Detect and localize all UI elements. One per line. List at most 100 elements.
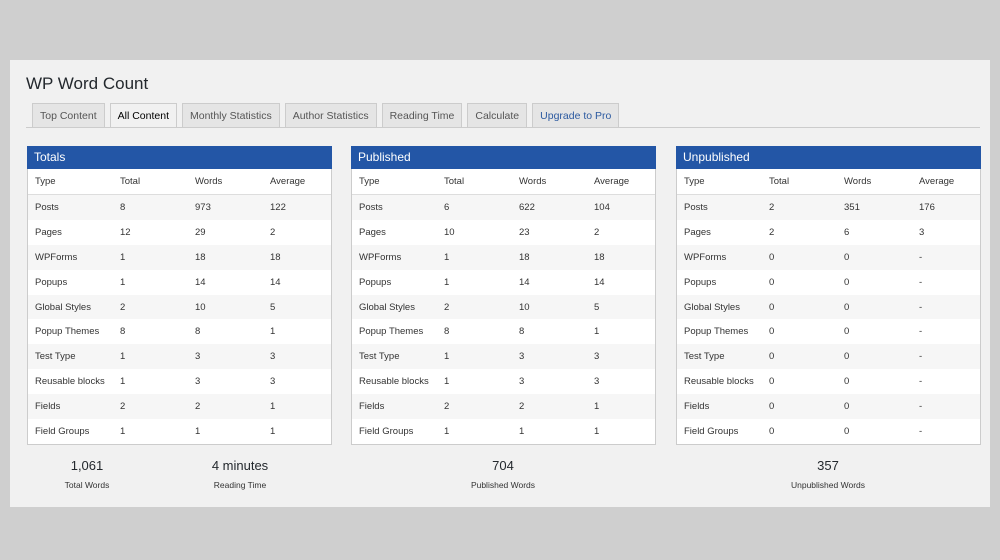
unpublished-words-stat: 357 Unpublished Words bbox=[768, 458, 888, 490]
table-cell: 1 bbox=[594, 425, 600, 437]
table-row: Reusable blocks 1 3 3 bbox=[28, 369, 331, 394]
table-cell: 0 bbox=[769, 425, 775, 437]
total-words-value: 1,061 bbox=[70, 458, 104, 473]
table-cell: - bbox=[919, 351, 923, 363]
table-cell: - bbox=[919, 301, 923, 313]
table-cell: Field Groups bbox=[684, 425, 739, 437]
table-cell: 2 bbox=[444, 301, 450, 313]
table-cell: 1 bbox=[444, 351, 450, 363]
column-header: Words bbox=[188, 169, 263, 195]
tab-upgrade-to-pro[interactable]: Upgrade to Pro bbox=[532, 103, 620, 127]
table-cell: 0 bbox=[844, 301, 850, 313]
table-cell: Fields bbox=[684, 401, 710, 413]
table-row: Pages 12 29 2 bbox=[28, 220, 331, 245]
table-row: Fields 2 2 1 bbox=[352, 394, 655, 420]
column-header: Type bbox=[28, 169, 113, 195]
totals-table: Type Total Words Average Posts 8 973 122 Pag… bbox=[28, 169, 331, 444]
table-cell: 1 bbox=[120, 425, 126, 437]
tabs-divider bbox=[26, 127, 980, 128]
table-cell: Posts bbox=[35, 201, 59, 213]
table-cell: 0 bbox=[769, 276, 775, 288]
table-cell: 23 bbox=[519, 226, 530, 238]
table-cell: Reusable blocks bbox=[35, 376, 105, 388]
table-cell: 0 bbox=[769, 351, 775, 363]
tab-top-content[interactable]: Top Content bbox=[32, 103, 105, 127]
table-cell: Test Type bbox=[684, 351, 725, 363]
table-row: Field Groups 0 0 - bbox=[677, 419, 980, 444]
table-row: Popups 1 14 14 bbox=[28, 270, 331, 295]
table-cell: 176 bbox=[919, 201, 935, 213]
unpublished-table: Type Total Words Average Posts 2 351 176 Pag… bbox=[677, 169, 980, 444]
table-cell: Fields bbox=[35, 401, 61, 413]
table-cell: 2 bbox=[769, 201, 775, 213]
table-row: WPForms 1 18 18 bbox=[352, 244, 655, 270]
page-title: WP Word Count bbox=[26, 74, 149, 93]
table-cell: 1 bbox=[594, 326, 600, 338]
table-row: Test Type 1 3 3 bbox=[28, 344, 331, 370]
reading-time-value: 4 minutes bbox=[211, 458, 269, 473]
table-cell: - bbox=[919, 425, 923, 437]
published-words-label: Published Words bbox=[470, 480, 536, 490]
table-row: Global Styles 2 10 5 bbox=[28, 294, 331, 320]
table-cell: 1 bbox=[120, 376, 126, 388]
table-row: Reusable blocks 1 3 3 bbox=[352, 369, 655, 394]
published-words-value: 704 bbox=[492, 458, 514, 473]
table-row: WPForms 0 0 - bbox=[677, 244, 980, 270]
table-cell: 1 bbox=[270, 401, 276, 413]
table-cell: 1 bbox=[519, 425, 525, 437]
table-cell: Global Styles bbox=[684, 301, 740, 313]
table-cell: 0 bbox=[844, 251, 850, 263]
table-cell: 0 bbox=[769, 251, 775, 263]
table-cell: - bbox=[919, 376, 923, 388]
table-row: Global Styles 2 10 5 bbox=[352, 294, 655, 320]
table-cell: Popup Themes bbox=[359, 326, 424, 338]
table-row: Popups 1 14 14 bbox=[352, 270, 655, 295]
total-words-label: Total Words bbox=[64, 480, 110, 490]
table-cell: Pages bbox=[35, 226, 62, 238]
total-words-stat: 1,061 Total Words bbox=[37, 458, 137, 490]
published-words-stat: 704 Published Words bbox=[453, 458, 553, 490]
panel-title: Published bbox=[351, 146, 656, 169]
table-cell: WPForms bbox=[359, 251, 402, 263]
table-cell: 0 bbox=[769, 301, 775, 313]
table-cell: 14 bbox=[195, 276, 206, 288]
table-row: Global Styles 0 0 - bbox=[677, 294, 980, 320]
table-cell: 2 bbox=[769, 226, 775, 238]
column-header: Average bbox=[912, 169, 980, 195]
table-cell: Popup Themes bbox=[684, 326, 749, 338]
table-row: Fields 2 2 1 bbox=[28, 394, 331, 420]
published-panel: Published Type Total Words Average Posts… bbox=[351, 146, 656, 445]
table-cell: Popups bbox=[684, 276, 717, 288]
table-row: Posts 6 622 104 bbox=[352, 194, 655, 220]
tab-author-statistics[interactable]: Author Statistics bbox=[284, 103, 377, 127]
table-cell: 18 bbox=[195, 251, 206, 263]
table-row: Test Type 0 0 - bbox=[677, 344, 980, 370]
tab-reading-time[interactable]: Reading Time bbox=[381, 103, 463, 127]
table-cell: 1 bbox=[270, 425, 276, 437]
table-cell: 0 bbox=[769, 401, 775, 413]
table-cell: Field Groups bbox=[359, 425, 414, 437]
unpublished-words-label: Unpublished Words bbox=[790, 480, 866, 490]
table-cell: 3 bbox=[195, 351, 201, 363]
table-cell: 2 bbox=[195, 401, 201, 413]
table-cell: 0 bbox=[769, 376, 775, 388]
table-cell: Global Styles bbox=[359, 301, 415, 313]
table-row: Reusable blocks 0 0 - bbox=[677, 369, 980, 394]
panel-title: Totals bbox=[27, 146, 332, 169]
tab-all-content[interactable]: All Content bbox=[109, 103, 177, 128]
table-cell: - bbox=[919, 401, 923, 413]
unpublished-panel: Unpublished Type Total Words Average Pos… bbox=[676, 146, 981, 445]
table-cell: 12 bbox=[120, 226, 131, 238]
tab-calculate[interactable]: Calculate bbox=[467, 103, 528, 127]
table-cell: 8 bbox=[120, 326, 126, 338]
table-cell: 351 bbox=[844, 201, 860, 213]
column-header: Average bbox=[587, 169, 655, 195]
table-cell: 6 bbox=[844, 226, 850, 238]
table-row: WPForms 1 18 18 bbox=[28, 244, 331, 270]
table-cell: WPForms bbox=[684, 251, 727, 263]
table-header-row: Type Total Words Average bbox=[28, 169, 331, 195]
tab-monthly-statistics[interactable]: Monthly Statistics bbox=[182, 103, 280, 127]
table-cell: 2 bbox=[444, 401, 450, 413]
panel-title: Unpublished bbox=[676, 146, 981, 169]
table-cell: 0 bbox=[844, 401, 850, 413]
